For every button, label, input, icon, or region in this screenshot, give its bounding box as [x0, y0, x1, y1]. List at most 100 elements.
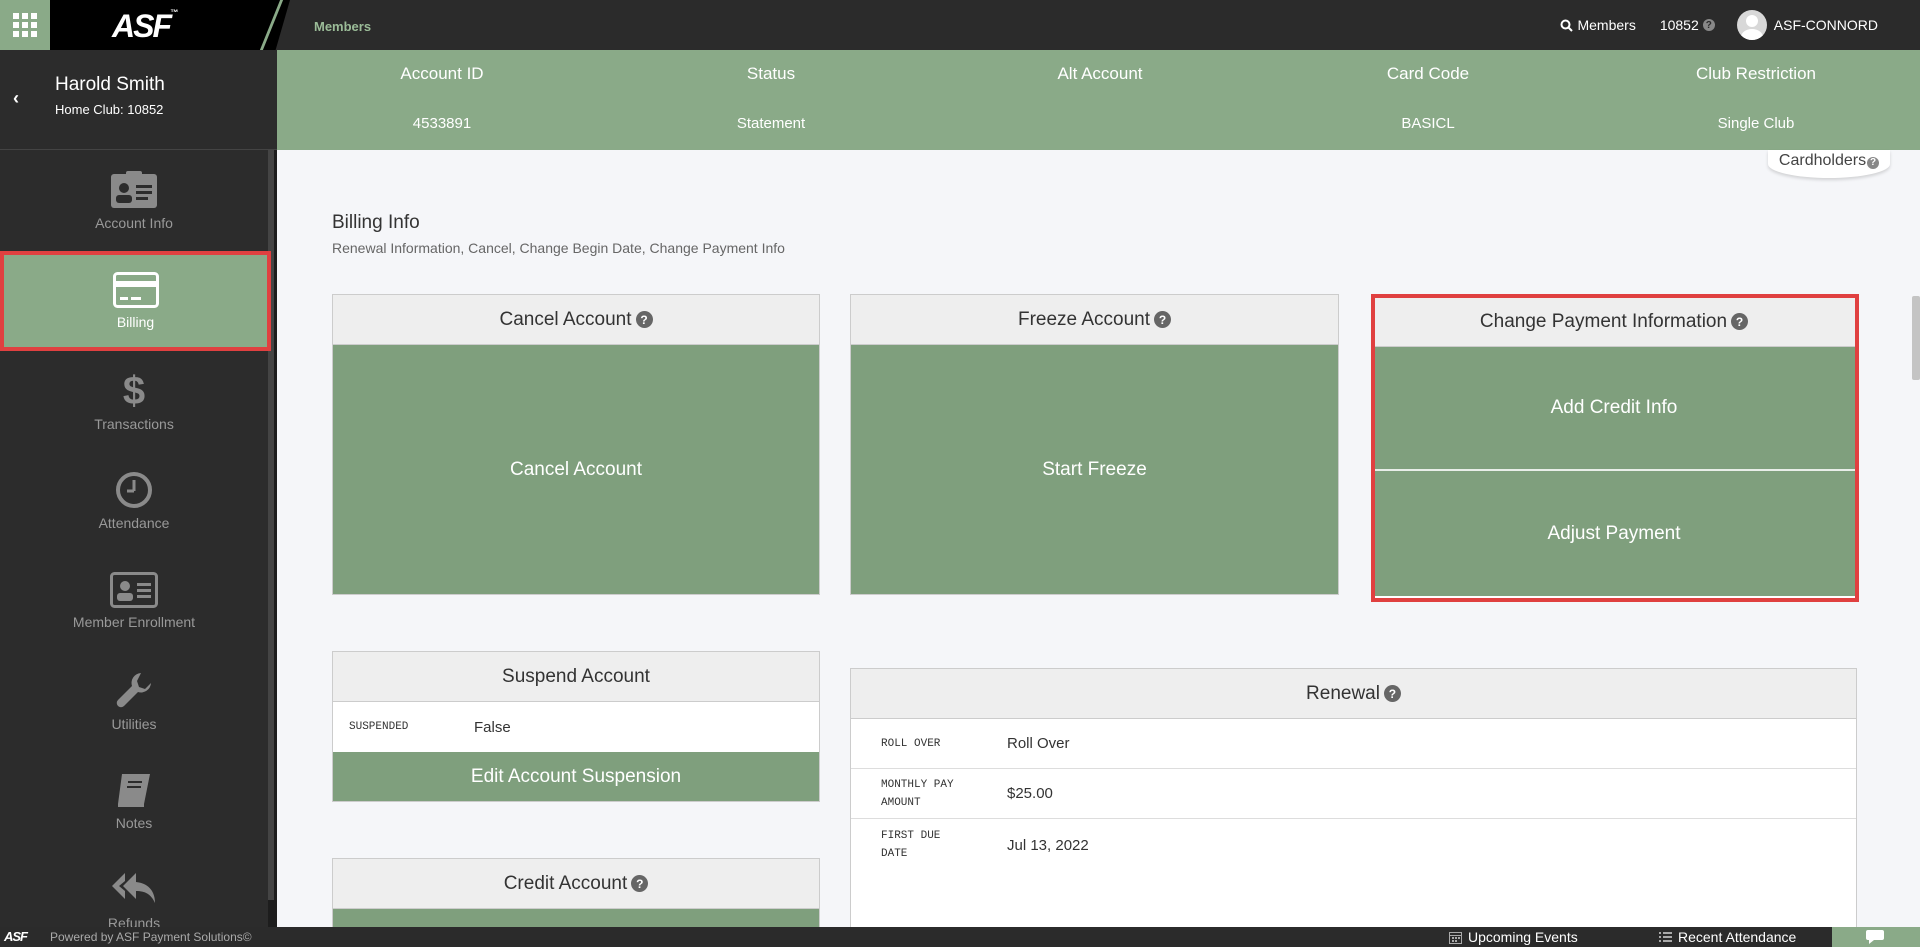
members-search-button[interactable]: Members	[1560, 17, 1636, 33]
panel-title: Suspend Account	[502, 666, 650, 687]
renewal-key: FIRST DUE DATE	[881, 830, 941, 860]
help-icon[interactable]: ?	[1867, 156, 1880, 169]
id-card-icon	[111, 171, 157, 208]
recent-attendance-label: Recent Attendance	[1678, 929, 1797, 945]
member-name: Harold Smith	[55, 74, 165, 95]
credit-card-icon	[112, 272, 159, 308]
breadcrumb[interactable]: Members	[314, 19, 371, 34]
search-label: Members	[1577, 17, 1636, 33]
suspend-account-header: Suspend Account	[333, 652, 819, 702]
logo-area[interactable]: ASF™	[50, 0, 290, 50]
club-restriction-label: Club Restriction	[1696, 64, 1816, 83]
calendar-icon	[1449, 931, 1462, 944]
help-icon[interactable]: ?	[631, 875, 649, 893]
book-icon	[118, 774, 150, 807]
reply-all-icon	[112, 873, 155, 903]
list-icon	[1659, 932, 1672, 942]
asf-logo: ASF™	[112, 8, 178, 44]
user-name: ASF-CONNORD	[1773, 17, 1878, 33]
sidebar-item-label: Member Enrollment	[72, 614, 196, 630]
account-id-column: Account ID 4533891	[277, 50, 607, 150]
panel-title: Freeze Account	[1017, 309, 1151, 330]
status-value: Statement	[736, 115, 806, 132]
renewal-header: Renewal?	[851, 669, 1856, 719]
search-icon	[1560, 19, 1574, 32]
sidebar-item-utilities[interactable]: Utilities	[0, 651, 268, 751]
footer-bar: ASF Powered by ASF Payment Solutions© Up…	[0, 927, 1920, 947]
cancel-account-button[interactable]: Cancel Account	[333, 345, 819, 594]
clock-icon	[116, 472, 152, 508]
sidebar: ‹ Harold Smith Home Club: 10852 Account …	[0, 50, 277, 931]
card-code-column: Card Code BASICL	[1263, 50, 1593, 150]
suspend-account-panel: Suspend Account SUSPENDED False Edit Acc…	[332, 651, 820, 802]
suspended-value: False	[474, 718, 511, 736]
status-column: Status Statement	[606, 50, 936, 150]
page-subtitle: Renewal Information, Cancel, Change Begi…	[332, 240, 785, 256]
grid-icon	[13, 13, 37, 37]
club-number[interactable]: 10852 ?	[1660, 17, 1715, 33]
renewal-panel: Renewal? ROLL OVER Roll Over MONTHLY PAY…	[850, 668, 1857, 927]
panel-title: Cancel Account	[499, 309, 632, 330]
help-icon[interactable]: ?	[1702, 19, 1715, 31]
main-scrollbar-thumb[interactable]	[1912, 296, 1920, 380]
suspended-key: SUSPENDED	[349, 721, 409, 733]
credit-account-panel: Credit Account?	[332, 858, 820, 928]
member-home-club: Home Club: 10852	[55, 102, 164, 117]
club-restriction-column: Club Restriction Single Club	[1591, 50, 1920, 150]
user-menu[interactable]: ASF-CONNORD	[1736, 10, 1878, 40]
help-icon[interactable]: ?	[1154, 311, 1172, 329]
help-icon[interactable]: ?	[635, 311, 653, 329]
sidebar-item-label: Billing	[116, 314, 155, 330]
dollar-icon: $	[123, 370, 145, 410]
freeze-account-panel: Freeze Account? Start Freeze	[850, 294, 1339, 595]
sidebar-nav: Account Info Billing $ Transactions Atte…	[0, 151, 271, 947]
svg-text:$: $	[123, 370, 145, 410]
top-bar: ASF™ Members Members 10852 ? ASF-CONNORD	[0, 0, 1920, 50]
footer-logo: ASF	[4, 929, 28, 944]
help-icon[interactable]: ?	[1383, 685, 1401, 703]
credit-account-button[interactable]	[333, 909, 819, 928]
upcoming-events-button[interactable]: Upcoming Events	[1449, 929, 1578, 945]
page-title: Billing Info	[332, 212, 420, 233]
alt-account-label: Alt Account	[1057, 64, 1143, 83]
enrollment-card-icon	[110, 572, 158, 608]
account-id-label: Account ID	[400, 64, 484, 83]
powered-by-text: Powered by ASF Payment Solutions©	[50, 930, 252, 944]
card-code-label: Card Code	[1386, 64, 1470, 83]
sidebar-item-notes[interactable]: Notes	[0, 751, 268, 851]
start-freeze-button[interactable]: Start Freeze	[851, 345, 1338, 594]
recent-attendance-button[interactable]: Recent Attendance	[1659, 929, 1796, 945]
renewal-key: ROLL OVER	[881, 737, 941, 750]
alt-account-column: Alt Account	[935, 50, 1265, 150]
suspended-row: SUSPENDED False	[333, 702, 819, 752]
chat-button[interactable]	[1832, 927, 1920, 947]
back-chevron-icon[interactable]: ‹	[13, 88, 19, 109]
renewal-row-roll-over: ROLL OVER Roll Over	[851, 719, 1856, 769]
sidebar-item-label: Notes	[115, 815, 153, 831]
sidebar-item-transactions[interactable]: $ Transactions	[0, 351, 268, 451]
club-restriction-value: Single Club	[1717, 115, 1795, 132]
sidebar-item-label: Transactions	[94, 416, 174, 432]
renewal-row-first-due: FIRST DUE DATE Jul 13, 2022	[851, 819, 1856, 871]
panel-title: Credit Account	[503, 873, 628, 894]
credit-account-header: Credit Account?	[333, 859, 819, 909]
renewal-value: Roll Over	[1007, 735, 1070, 752]
renewal-value: $25.00	[1007, 785, 1053, 802]
sidebar-item-billing[interactable]: Billing	[0, 251, 271, 351]
sidebar-item-label: Account Info	[95, 215, 173, 231]
cardholders-tab[interactable]: Cardholders?	[1768, 150, 1890, 178]
sidebar-item-account-info[interactable]: Account Info	[0, 151, 268, 251]
member-header: ‹ Harold Smith Home Club: 10852	[0, 50, 277, 150]
avatar	[1736, 10, 1767, 40]
chat-icon	[1866, 930, 1884, 944]
edit-account-suspension-button[interactable]: Edit Account Suspension	[333, 752, 819, 801]
renewal-key: MONTHLY PAY AMOUNT	[881, 778, 954, 809]
cancel-account-header: Cancel Account?	[333, 295, 819, 345]
payment-highlight-box	[1371, 294, 1859, 602]
wrench-icon	[116, 673, 151, 708]
club-number-value: 10852	[1659, 17, 1699, 33]
sidebar-item-attendance[interactable]: Attendance	[0, 451, 268, 551]
apps-menu-button[interactable]	[0, 0, 50, 50]
card-code-value: BASICL	[1401, 115, 1455, 132]
sidebar-item-member-enrollment[interactable]: Member Enrollment	[0, 551, 268, 651]
